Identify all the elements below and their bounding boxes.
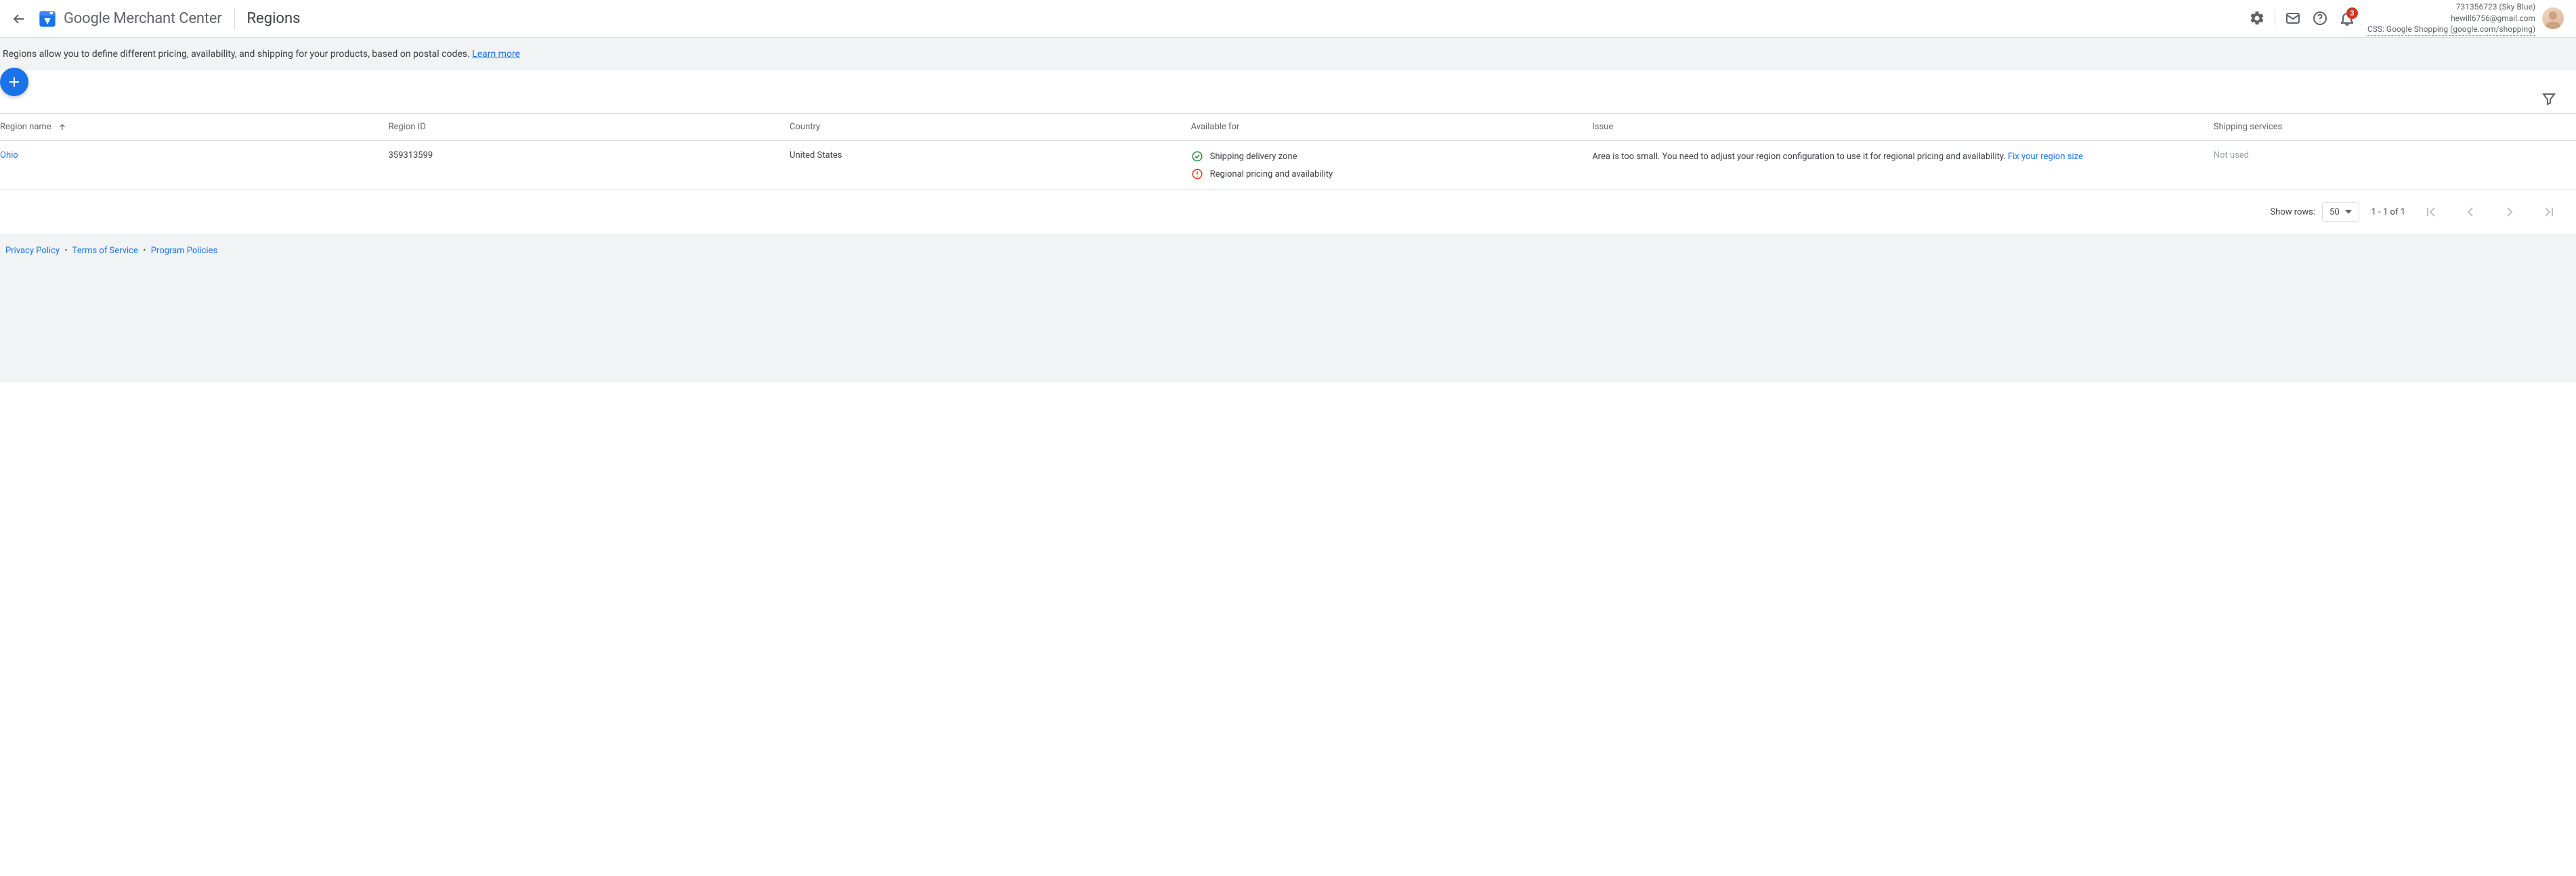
footer-separator: •	[143, 246, 146, 256]
filter-button[interactable]	[2535, 85, 2562, 112]
last-page-button[interactable]	[2535, 198, 2562, 225]
account-info: 731356723 (Sky Blue) hewill6756@gmail.co…	[2367, 1, 2571, 36]
learn-more-link[interactable]: Learn more	[472, 49, 520, 60]
availability-item: Regional pricing and availability	[1191, 168, 1582, 180]
pagination: Show rows: 50 1 - 1 of 1	[0, 190, 2576, 234]
terms-of-service-link[interactable]: Terms of Service	[72, 246, 138, 256]
column-region-name[interactable]: Region name	[0, 114, 388, 141]
column-issue[interactable]: Issue	[1592, 114, 2214, 141]
merchant-center-logo-icon	[38, 9, 57, 28]
arrow-left-icon	[11, 11, 27, 27]
intro-bar: Regions allow you to define different pr…	[0, 38, 2576, 70]
check-circle-icon	[1191, 150, 1203, 162]
avatar-image-icon	[2542, 7, 2564, 29]
last-page-icon	[2541, 204, 2557, 220]
next-page-button[interactable]	[2496, 198, 2523, 225]
availability-item: Shipping delivery zone	[1191, 150, 1582, 162]
mail-button[interactable]	[2279, 5, 2306, 32]
app-header: Google Merchant Center Regions 3 7313567…	[0, 0, 2576, 38]
issue-text: Area is too small. You need to adjust yo…	[1592, 152, 2008, 162]
sort-ascending-icon	[58, 123, 67, 132]
table-header-row: Region name Region ID Country Available …	[0, 114, 2576, 141]
region-country-cell: United States	[790, 141, 1191, 190]
rows-select[interactable]: 50	[2322, 202, 2359, 222]
program-policies-link[interactable]: Program Policies	[151, 246, 217, 256]
first-page-button[interactable]	[2418, 198, 2445, 225]
account-email: hewill6756@gmail.com	[2367, 13, 2535, 24]
filter-icon	[2541, 91, 2557, 107]
brand: Google Merchant Center	[38, 9, 222, 28]
plus-icon	[6, 74, 22, 90]
settings-button[interactable]	[2244, 5, 2271, 32]
header-divider	[234, 8, 235, 30]
header-actions: 3 731356723 (Sky Blue) hewill6756@gmail.…	[2244, 1, 2571, 36]
rows-per-page: Show rows: 50	[2270, 202, 2359, 222]
page-footer: Privacy Policy • Terms of Service • Prog…	[0, 234, 2576, 382]
region-id-cell: 359313599	[388, 141, 790, 190]
show-rows-label: Show rows:	[2270, 207, 2315, 217]
notification-badge: 3	[2346, 7, 2358, 19]
account-css[interactable]: CSS: Google Shopping (google.com/shoppin…	[2367, 24, 2535, 36]
notifications-button[interactable]: 3	[2334, 5, 2361, 32]
account-id: 731356723 (Sky Blue)	[2367, 1, 2535, 13]
dropdown-arrow-icon	[2345, 210, 2352, 214]
help-icon	[2312, 10, 2328, 26]
column-country[interactable]: Country	[790, 114, 1191, 141]
help-button[interactable]	[2306, 5, 2334, 32]
column-region-id[interactable]: Region ID	[388, 114, 790, 141]
availability-label: Shipping delivery zone	[1210, 152, 1297, 162]
column-shipping-services[interactable]: Shipping services	[2214, 114, 2576, 141]
avatar[interactable]	[2542, 7, 2564, 29]
chevron-left-icon	[2462, 204, 2478, 220]
chevron-right-icon	[2502, 204, 2518, 220]
add-region-button[interactable]	[0, 68, 28, 96]
error-circle-icon	[1191, 168, 1203, 180]
shipping-services-cell: Not used	[2214, 150, 2249, 160]
brand-text: Google Merchant Center	[64, 10, 222, 27]
availability-label: Regional pricing and availability	[1210, 169, 1333, 179]
footer-separator: •	[64, 246, 67, 256]
regions-table: Region name Region ID Country Available …	[0, 113, 2576, 190]
region-issue-cell: Area is too small. You need to adjust yo…	[1592, 141, 2214, 190]
fix-region-link[interactable]: Fix your region size	[2008, 152, 2083, 162]
content-spacer	[0, 70, 2576, 113]
rows-value: 50	[2330, 207, 2340, 217]
gear-icon	[2249, 10, 2265, 26]
pagination-range: 1 - 1 of 1	[2371, 207, 2405, 217]
region-name-link[interactable]: Ohio	[0, 150, 18, 160]
privacy-policy-link[interactable]: Privacy Policy	[5, 246, 60, 256]
first-page-icon	[2423, 204, 2439, 220]
region-available-cell: Shipping delivery zone Regional pricing …	[1191, 141, 1593, 190]
back-button[interactable]	[5, 5, 33, 32]
mail-icon	[2285, 10, 2301, 26]
page-title: Regions	[247, 10, 301, 27]
table-row: Ohio 359313599 United States Shipping de…	[0, 141, 2576, 190]
column-available-for[interactable]: Available for	[1191, 114, 1593, 141]
prev-page-button[interactable]	[2457, 198, 2484, 225]
intro-text: Regions allow you to define different pr…	[3, 49, 472, 60]
